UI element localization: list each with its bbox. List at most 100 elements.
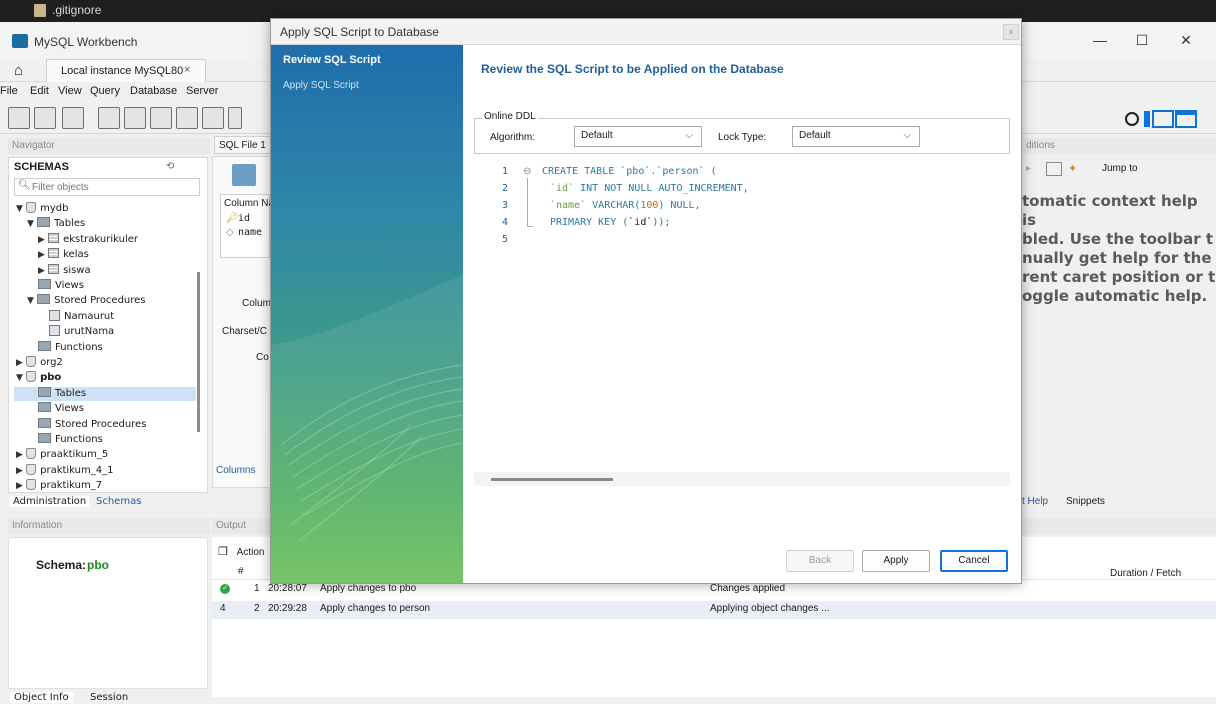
lock-type-select[interactable]: Default ⌵: [792, 126, 920, 147]
context-help-text: tomatic context help is bled. Use the to…: [1022, 192, 1216, 305]
collapsed-arrow-icon[interactable]: ▶: [16, 481, 23, 491]
tree-node-label: Stored Procedures: [55, 418, 147, 430]
collapsed-arrow-icon[interactable]: ▶: [38, 250, 45, 260]
menu-query[interactable]: Query: [90, 85, 120, 97]
wizard-step-review: Review SQL Script: [283, 54, 381, 66]
copy-icon[interactable]: ❐: [218, 546, 228, 558]
back-button[interactable]: Back: [786, 550, 854, 572]
create-schema-icon[interactable]: [98, 107, 120, 129]
expanded-arrow-icon[interactable]: ▼: [16, 204, 23, 214]
tree-node-label: Tables: [55, 387, 87, 399]
algorithm-select[interactable]: Default ⌵: [574, 126, 702, 147]
search-table-icon[interactable]: [228, 107, 242, 129]
tab-administration[interactable]: Administration: [10, 496, 90, 507]
create-view-icon[interactable]: [150, 107, 172, 129]
collapsed-arrow-icon[interactable]: ▶: [16, 450, 23, 460]
tree-node-namaurut[interactable]: Namaurut: [38, 309, 114, 322]
tree-node-functions[interactable]: Functions: [27, 433, 103, 445]
tree-node-org2[interactable]: ▶ org2: [16, 356, 63, 368]
create-table-icon[interactable]: [124, 107, 146, 129]
inspector-icon[interactable]: [62, 107, 84, 129]
tab-columns[interactable]: Columns: [216, 465, 255, 476]
dialog-close-button[interactable]: ×: [1003, 24, 1019, 40]
column-label: Colum: [242, 298, 271, 309]
connection-tab[interactable]: Local instance MySQL80 ×: [46, 59, 206, 82]
tab-snippets[interactable]: Snippets: [1066, 496, 1105, 507]
collapsed-arrow-icon[interactable]: ▶: [16, 358, 23, 368]
sql-line-4: PRIMARY KEY (`id`));: [550, 217, 671, 228]
open-sql-icon[interactable]: [34, 107, 56, 129]
jump-to-label[interactable]: Jump to: [1102, 163, 1138, 174]
comments-label: Co: [256, 352, 269, 363]
tree-node-pbo[interactable]: ▼ pbo: [16, 371, 61, 383]
wizard-decoration: [271, 275, 463, 583]
filter-input[interactable]: [32, 179, 196, 195]
action-output-label[interactable]: Action: [237, 547, 265, 558]
manual-help-icon[interactable]: [1046, 162, 1062, 176]
tab-object-info[interactable]: Object Info: [10, 692, 73, 703]
tree-node-mydb[interactable]: ▼ mydb: [16, 202, 68, 214]
collapsed-arrow-icon[interactable]: ▶: [16, 466, 23, 476]
next-icon[interactable]: ▸: [1026, 163, 1031, 174]
auto-help-icon[interactable]: ✦: [1068, 162, 1077, 175]
tree-node-label: pbo: [40, 372, 62, 384]
apply-button[interactable]: Apply: [862, 550, 930, 572]
tree-node-stored-procedures[interactable]: Stored Procedures: [27, 417, 147, 430]
maximize-button[interactable]: ☐: [1132, 30, 1152, 50]
line-number: 4: [501, 217, 508, 228]
collapsed-arrow-icon[interactable]: ▶: [38, 266, 45, 276]
tab-schemas[interactable]: Schemas: [96, 496, 141, 507]
tree-node-praaktikum-5[interactable]: ▶ praaktikum_5: [16, 448, 108, 460]
close-window-button[interactable]: ✕: [1176, 30, 1196, 50]
tree-node-ekstrakurikuler[interactable]: ▶ ekstrakurikuler: [38, 232, 138, 245]
folder-icon: [37, 294, 51, 305]
menu-view[interactable]: View: [58, 85, 82, 97]
output-row[interactable]: 4 2 20:29:28 Apply changes to person App…: [212, 601, 1216, 619]
chevron-down-icon: ⌵: [903, 130, 911, 141]
new-sql-tab-icon[interactable]: [8, 107, 30, 129]
context-help-tabs: t Help Snippets: [1022, 494, 1216, 510]
tree-node-tables[interactable]: ▼ Tables: [27, 217, 85, 229]
expanded-arrow-icon[interactable]: ▼: [27, 296, 34, 306]
table-editor-icon: [232, 164, 256, 186]
fold-icon[interactable]: ⊖: [523, 166, 531, 177]
tree-node-views[interactable]: Views: [27, 402, 84, 414]
status-indicator: 4: [220, 603, 226, 614]
sql-file-tab[interactable]: SQL File 1: [214, 136, 274, 154]
create-function-icon[interactable]: [202, 107, 224, 129]
tree-node-views[interactable]: Views: [27, 279, 84, 291]
tree-node-tables[interactable]: Tables: [27, 386, 87, 399]
expanded-arrow-icon[interactable]: ▼: [27, 219, 34, 229]
menu-edit[interactable]: Edit: [30, 85, 49, 97]
scrollbar-thumb[interactable]: [491, 478, 613, 481]
tree-node-kelas[interactable]: ▶ kelas: [38, 248, 89, 260]
menu-file[interactable]: File: [0, 85, 18, 97]
tree-node-siswa[interactable]: ▶ siswa: [38, 263, 91, 276]
tree-node-stored-procedures[interactable]: ▼ Stored Procedures: [27, 294, 146, 306]
create-procedure-icon[interactable]: [176, 107, 198, 129]
close-tab-icon[interactable]: ×: [184, 64, 190, 76]
tree-node-label: ekstrakurikuler: [63, 233, 138, 245]
success-icon: ✓: [220, 584, 230, 594]
tree-node-praktikum-4-1[interactable]: ▶ praktikum_4_1: [16, 463, 113, 476]
menu-server[interactable]: Server: [186, 85, 218, 97]
tree-node-urutnama[interactable]: urutNama: [38, 325, 114, 337]
folder-icon: [37, 217, 51, 228]
minimize-button[interactable]: —: [1090, 30, 1110, 50]
menu-database[interactable]: Database: [130, 85, 177, 97]
tree-node-praktikum-7[interactable]: ▶ praktikum_7: [16, 479, 102, 491]
navigator-scrollbar[interactable]: [197, 272, 200, 432]
expanded-arrow-icon[interactable]: ▼: [16, 373, 23, 383]
home-icon[interactable]: ⌂: [14, 62, 23, 79]
tree-node-functions[interactable]: Functions: [27, 340, 103, 353]
layout-toggle-icons[interactable]: [1120, 108, 1210, 130]
tab-session[interactable]: Session: [90, 692, 128, 703]
tab-context-help[interactable]: t Help: [1022, 496, 1048, 507]
refresh-icon[interactable]: ⟲: [166, 161, 174, 172]
folder-icon: [38, 340, 51, 351]
cancel-button[interactable]: Cancel: [940, 550, 1008, 572]
dialog-title: Apply SQL Script to Database: [280, 25, 439, 39]
collapsed-arrow-icon[interactable]: ▶: [38, 235, 45, 245]
context-help-header: ditions: [1022, 138, 1216, 154]
database-icon: [26, 371, 37, 383]
